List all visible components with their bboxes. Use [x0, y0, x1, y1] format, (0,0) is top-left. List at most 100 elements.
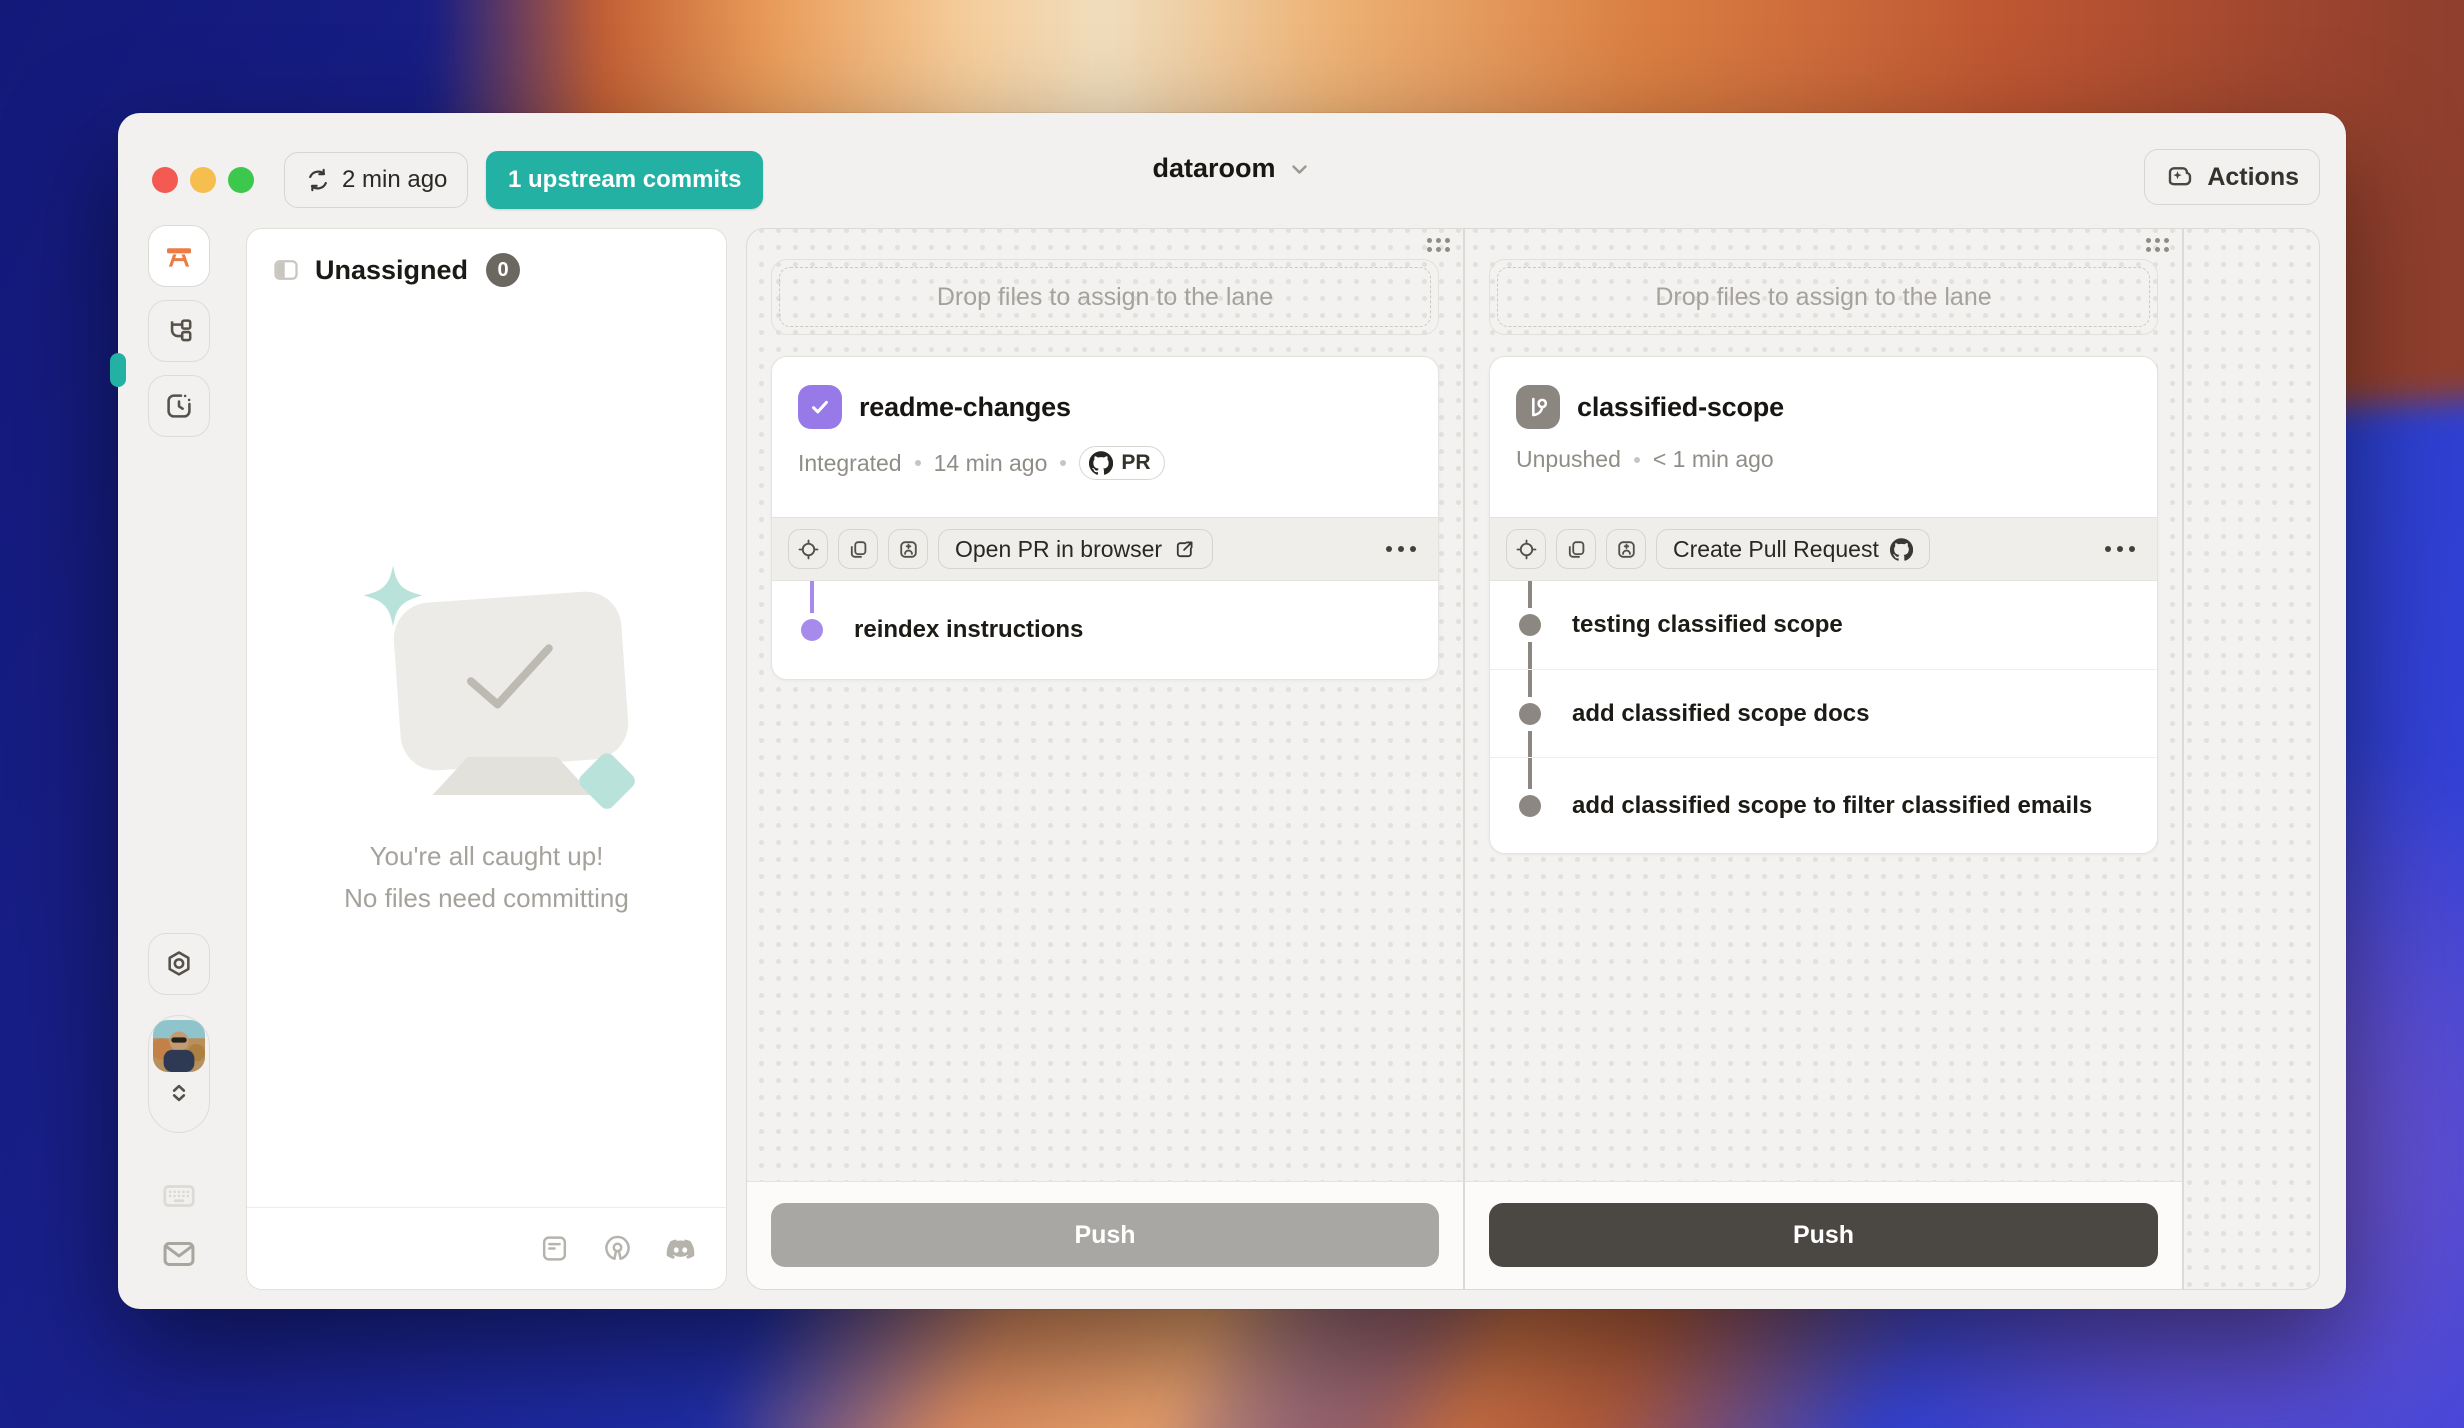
discord-button[interactable] — [665, 1233, 696, 1264]
drop-zone[interactable]: Drop files to assign to the lane — [771, 259, 1439, 335]
feedback-mail-button[interactable] — [160, 1235, 198, 1273]
commit-row[interactable]: add classified scope to filter classifie… — [1490, 757, 2157, 853]
commit-message: add classified scope docs — [1572, 700, 1869, 728]
commit-rail-dotted — [810, 647, 814, 679]
monitor-shape — [391, 589, 630, 772]
mail-icon — [160, 1235, 198, 1273]
panel-footer — [247, 1207, 726, 1289]
github-icon — [1890, 538, 1913, 561]
pr-badge[interactable]: PR — [1079, 446, 1164, 480]
assign-target-button[interactable] — [788, 529, 828, 569]
actions-label: Actions — [2207, 163, 2299, 192]
new-lane-area[interactable] — [2184, 229, 2319, 1289]
commit-rail — [1528, 670, 1532, 697]
keyboard-icon — [160, 1177, 198, 1215]
commit-rail — [1528, 758, 1532, 789]
copy-branch-button[interactable] — [1556, 529, 1596, 569]
push-button[interactable]: Push — [1489, 1203, 2158, 1267]
add-dependent-branch-button[interactable] — [1606, 529, 1646, 569]
branch-time: < 1 min ago — [1653, 446, 1774, 473]
commit-rail-dotted — [1528, 823, 1532, 854]
profile-switcher[interactable] — [148, 1015, 210, 1133]
sidebar-item-history[interactable] — [148, 375, 210, 437]
unassigned-count-badge: 0 — [486, 253, 520, 287]
open-source-button[interactable] — [602, 1233, 633, 1264]
branch-status: Integrated — [798, 450, 902, 477]
project-name: dataroom — [1152, 153, 1275, 184]
branches-icon — [163, 315, 195, 347]
branch-name: classified-scope — [1577, 392, 1784, 423]
create-pr-label: Create Pull Request — [1673, 536, 1879, 563]
desktop-wallpaper: 2 min ago 1 upstream commits dataroom Ac… — [0, 0, 2464, 1428]
commit-message: add classified scope to filter classifie… — [1572, 792, 2092, 820]
branch-status-icon — [1516, 385, 1560, 429]
lane-classified-scope: Drop files to assign to the lane — [1465, 229, 2182, 1289]
sidebar-item-settings[interactable] — [148, 933, 210, 995]
commit-dot — [1519, 703, 1541, 725]
lane-drag-handle[interactable] — [2146, 238, 2169, 252]
open-pr-label: Open PR in browser — [955, 536, 1162, 563]
sidebar-item-workspace[interactable] — [148, 225, 210, 287]
keyboard-shortcuts-button[interactable] — [160, 1177, 198, 1215]
copy-icon — [847, 538, 870, 561]
commit-dot — [801, 619, 823, 641]
commit-row[interactable]: testing classified scope — [1490, 581, 2157, 669]
minimize-button[interactable] — [190, 167, 216, 193]
check-icon — [806, 393, 834, 421]
upstream-commits-button[interactable]: 1 upstream commits — [486, 151, 763, 209]
commit-message: testing classified scope — [1572, 611, 1843, 639]
commit-list: reindex instructions — [772, 581, 1438, 679]
sync-label: 2 min ago — [342, 166, 447, 194]
assign-target-button[interactable] — [1506, 529, 1546, 569]
add-dependent-branch-button[interactable] — [888, 529, 928, 569]
commit-message: reindex instructions — [854, 616, 1083, 644]
empty-state: You're all caught up! No files need comm… — [247, 559, 726, 919]
branch-name: readme-changes — [859, 392, 1071, 423]
actions-button[interactable]: Actions — [2144, 149, 2320, 205]
unassigned-header: Unassigned 0 — [247, 229, 726, 287]
branch-toolbar: Create Pull Request — [1490, 517, 2157, 581]
project-switcher[interactable]: dataroom — [1152, 153, 1311, 184]
branch-card: readme-changes Integrated 14 min ago — [771, 356, 1439, 680]
open-pr-button[interactable]: Open PR in browser — [938, 529, 1213, 569]
commit-row[interactable]: add classified scope docs — [1490, 669, 2157, 757]
commit-row[interactable]: reindex instructions — [772, 581, 1438, 679]
dot-separator — [1060, 460, 1066, 466]
ai-sparkle-icon — [2165, 162, 2195, 192]
branch-status: Unpushed — [1516, 446, 1621, 473]
create-pr-button[interactable]: Create Pull Request — [1656, 529, 1930, 569]
window-controls — [152, 167, 254, 193]
zoom-button[interactable] — [228, 167, 254, 193]
workbench-icon — [163, 240, 195, 272]
split-view-icon — [271, 255, 301, 285]
commit-rail — [1528, 642, 1532, 669]
close-button[interactable] — [152, 167, 178, 193]
commit-dot — [1519, 614, 1541, 636]
drop-zone[interactable]: Drop files to assign to the lane — [1489, 259, 2158, 335]
panel-title: Unassigned — [315, 255, 468, 286]
active-project-indicator — [110, 353, 126, 387]
copy-icon — [1565, 538, 1588, 561]
add-branch-icon — [897, 538, 920, 561]
commit-rail — [810, 581, 814, 613]
commit-list: testing classified scope add classified … — [1490, 581, 2157, 853]
more-options-button[interactable] — [2099, 536, 2141, 562]
changelog-button[interactable] — [539, 1233, 570, 1264]
branch-header[interactable]: readme-changes Integrated 14 min ago — [772, 357, 1438, 517]
sync-status-button[interactable]: 2 min ago — [284, 152, 468, 208]
commit-rail — [1528, 731, 1532, 758]
gear-icon — [163, 948, 195, 980]
lane-drag-handle[interactable] — [1427, 238, 1450, 252]
branch-status-icon — [798, 385, 842, 429]
branch-header[interactable]: classified-scope Unpushed < 1 min ago — [1490, 357, 2157, 517]
branch-card: classified-scope Unpushed < 1 min ago — [1489, 356, 2158, 854]
sidebar-item-branches[interactable] — [148, 300, 210, 362]
copy-branch-button[interactable] — [838, 529, 878, 569]
push-button[interactable]: Push — [771, 1203, 1439, 1267]
more-options-button[interactable] — [1380, 536, 1422, 562]
upstream-label: 1 upstream commits — [508, 166, 741, 194]
chevron-updown-icon — [166, 1080, 192, 1106]
dot-separator — [915, 460, 921, 466]
github-icon — [1089, 451, 1113, 475]
target-icon — [797, 538, 820, 561]
